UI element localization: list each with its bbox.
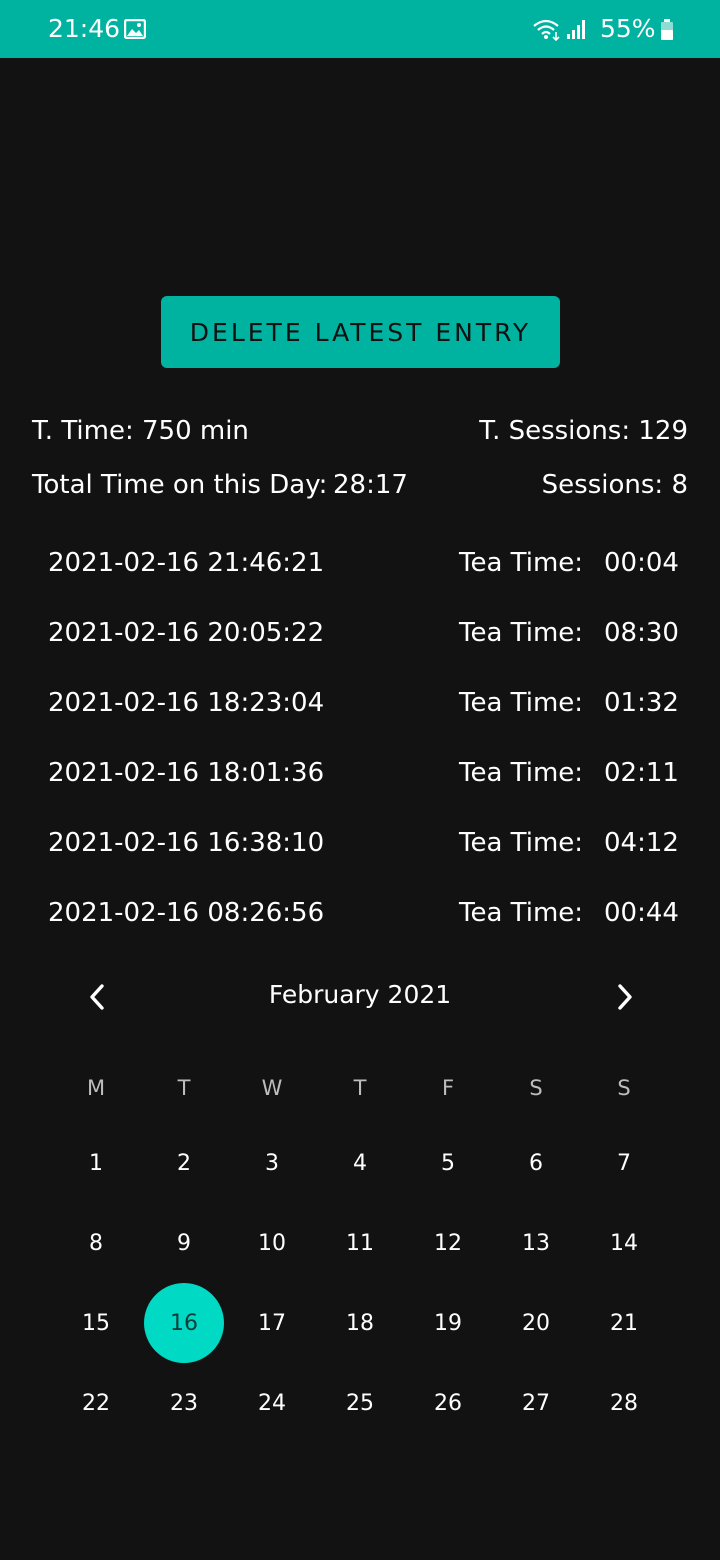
- image-icon: [123, 18, 147, 43]
- weekday-label: T: [353, 1076, 367, 1100]
- calendar-day[interactable]: 18: [320, 1283, 400, 1363]
- entry-label: Tea Time:: [459, 898, 584, 928]
- weekday-label: M: [86, 1076, 106, 1100]
- calendar-day-selected[interactable]: 16: [144, 1283, 224, 1363]
- total-sessions: T. Sessions: 129: [479, 416, 688, 446]
- list-item: 2021-02-16 18:23:04 Tea Time: 01:32: [0, 688, 720, 728]
- list-item: 2021-02-16 16:38:10 Tea Time: 04:12: [0, 828, 720, 868]
- calendar-day[interactable]: 1: [56, 1123, 136, 1203]
- calendar-day[interactable]: 4: [320, 1123, 400, 1203]
- entry-duration: 02:11: [604, 758, 679, 788]
- chevron-right-icon[interactable]: [612, 982, 638, 1012]
- calendar-day[interactable]: 7: [584, 1123, 664, 1203]
- entry-label: Tea Time:: [459, 548, 584, 578]
- entry-date: 2021-02-16 16:38:10: [48, 828, 325, 858]
- calendar-day[interactable]: 27: [496, 1363, 576, 1443]
- list-item: 2021-02-16 18:01:36 Tea Time: 02:11: [0, 758, 720, 798]
- calendar-day[interactable]: 14: [584, 1203, 664, 1283]
- day-time-value: 28:17: [333, 470, 408, 500]
- calendar-day[interactable]: 15: [56, 1283, 136, 1363]
- entry-label: Tea Time:: [459, 688, 584, 718]
- entry-date: 2021-02-16 08:26:56: [48, 898, 325, 928]
- status-time: 21:46: [48, 14, 121, 43]
- calendar-day[interactable]: 23: [144, 1363, 224, 1443]
- calendar-day[interactable]: 2: [144, 1123, 224, 1203]
- calendar-day[interactable]: 26: [408, 1363, 488, 1443]
- entry-date: 2021-02-16 18:23:04: [48, 688, 325, 718]
- calendar-day[interactable]: 24: [232, 1363, 312, 1443]
- entry-date: 2021-02-16 18:01:36: [48, 758, 325, 788]
- calendar-header: February 2021: [0, 980, 720, 1020]
- calendar-day[interactable]: 13: [496, 1203, 576, 1283]
- battery-percent: 55%: [600, 14, 656, 43]
- weekday-label: S: [529, 1076, 543, 1100]
- entry-duration: 04:12: [604, 828, 679, 858]
- calendar-day[interactable]: 6: [496, 1123, 576, 1203]
- entry-label: Tea Time:: [459, 758, 584, 788]
- calendar-day[interactable]: 9: [144, 1203, 224, 1283]
- signal-icon: [566, 18, 588, 44]
- list-item: 2021-02-16 21:46:21 Tea Time: 00:04: [0, 548, 720, 588]
- list-item: 2021-02-16 08:26:56 Tea Time: 00:44: [0, 898, 720, 938]
- calendar-day[interactable]: 25: [320, 1363, 400, 1443]
- calendar-day[interactable]: 5: [408, 1123, 488, 1203]
- weekday-label: S: [617, 1076, 631, 1100]
- battery-icon: [660, 19, 674, 45]
- entry-date: 2021-02-16 20:05:22: [48, 618, 325, 648]
- calendar-day[interactable]: 3: [232, 1123, 312, 1203]
- status-bar: 21:46 55%: [0, 0, 720, 58]
- calendar-day[interactable]: 20: [496, 1283, 576, 1363]
- weekday-label: T: [177, 1076, 191, 1100]
- calendar-day[interactable]: 21: [584, 1283, 664, 1363]
- entry-duration: 00:44: [604, 898, 679, 928]
- calendar-day[interactable]: 10: [232, 1203, 312, 1283]
- entry-label: Tea Time:: [459, 828, 584, 858]
- day-time-label: Total Time on this Day:: [32, 470, 328, 500]
- list-item: 2021-02-16 20:05:22 Tea Time: 08:30: [0, 618, 720, 658]
- total-time: T. Time: 750 min: [32, 416, 249, 446]
- entry-duration: 01:32: [604, 688, 679, 718]
- entry-date: 2021-02-16 21:46:21: [48, 548, 325, 578]
- calendar-day[interactable]: 8: [56, 1203, 136, 1283]
- calendar-day[interactable]: 22: [56, 1363, 136, 1443]
- entry-duration: 00:04: [604, 548, 679, 578]
- weekday-label: W: [261, 1076, 283, 1100]
- calendar-day[interactable]: 28: [584, 1363, 664, 1443]
- wifi-icon: [532, 17, 562, 45]
- weekday-label: F: [441, 1076, 455, 1100]
- calendar-day[interactable]: 17: [232, 1283, 312, 1363]
- delete-latest-entry-button[interactable]: DELETE LATEST ENTRY: [161, 296, 560, 368]
- calendar-day[interactable]: 11: [320, 1203, 400, 1283]
- calendar-day[interactable]: 12: [408, 1203, 488, 1283]
- day-sessions: Sessions: 8: [541, 470, 688, 500]
- entry-duration: 08:30: [604, 618, 679, 648]
- entry-label: Tea Time:: [459, 618, 584, 648]
- calendar-day[interactable]: 19: [408, 1283, 488, 1363]
